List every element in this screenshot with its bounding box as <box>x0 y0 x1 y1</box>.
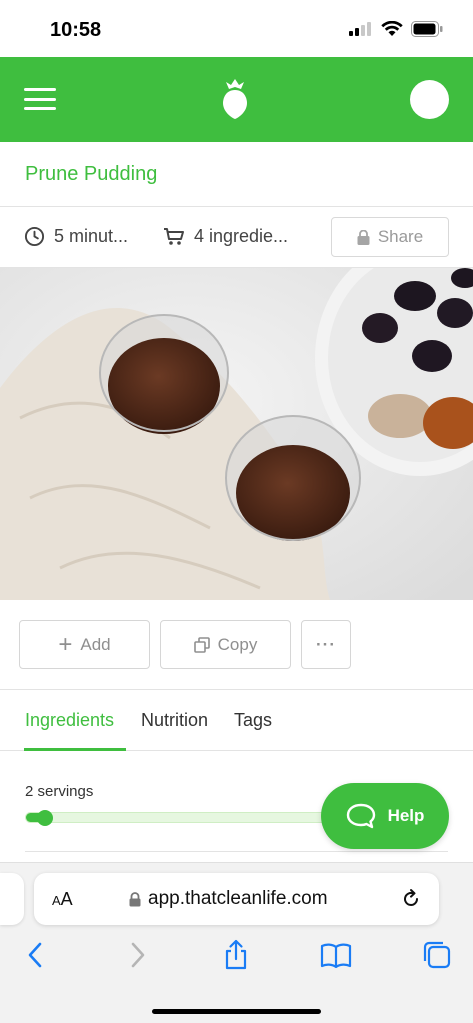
share-label: Share <box>377 227 424 246</box>
recipe-photo <box>0 268 473 600</box>
plus-icon: + <box>58 630 73 658</box>
lock-icon <box>357 229 370 245</box>
more-button[interactable]: ··· <box>301 620 351 669</box>
ingredients-count-label: 4 ingredie... <box>194 226 289 246</box>
help-button[interactable]: Help <box>321 783 449 849</box>
servings-slider-thumb[interactable] <box>37 810 53 826</box>
servings-slider[interactable] <box>25 812 335 823</box>
address-bar[interactable]: AA app.thatcleanlife.com <box>34 873 439 925</box>
add-label: Add <box>80 634 111 654</box>
battery-icon <box>411 21 443 37</box>
bookmarks-icon[interactable] <box>320 939 352 971</box>
tab-ingredients[interactable]: Ingredients <box>25 710 114 731</box>
page-title: Prune Pudding <box>25 163 158 185</box>
copy-icon <box>193 636 210 653</box>
url-display[interactable]: app.thatcleanlife.com <box>129 888 328 910</box>
wifi-icon <box>381 21 403 36</box>
add-button[interactable]: + Add <box>19 620 150 669</box>
ingredients-count: 4 ingredie... <box>163 226 288 247</box>
tabs-icon[interactable] <box>421 939 453 971</box>
reader-settings-button[interactable]: AA <box>52 889 73 910</box>
divider <box>25 851 448 852</box>
home-indicator <box>152 1009 321 1014</box>
signal-icon <box>349 22 371 36</box>
clock-icon <box>24 226 45 247</box>
active-tab-indicator <box>24 748 126 751</box>
tab-tags[interactable]: Tags <box>234 710 272 731</box>
back-icon[interactable] <box>20 939 52 971</box>
previous-tab-preview[interactable] <box>0 873 24 925</box>
title-bar: Prune Pudding <box>0 142 473 207</box>
browser-nav <box>0 939 473 979</box>
status-bar: 10:58 <box>0 0 473 57</box>
chat-bubble-icon <box>346 803 375 829</box>
servings-label: 2 servings <box>25 783 94 800</box>
more-icon: ··· <box>316 634 336 654</box>
cart-icon <box>164 228 184 245</box>
forward-icon[interactable] <box>121 939 153 971</box>
url-label: app.thatcleanlife.com <box>148 888 328 909</box>
prep-time: 5 minut... <box>24 226 128 247</box>
copy-label: Copy <box>217 634 258 654</box>
recipe-meta-bar: 5 minut... 4 ingredie... Share <box>0 207 473 268</box>
app-header <box>0 57 473 142</box>
recipe-tabs: Ingredients Nutrition Tags <box>0 690 473 751</box>
avatar[interactable] <box>410 80 449 119</box>
help-label: Help <box>387 806 425 825</box>
share-sheet-icon[interactable] <box>220 939 252 971</box>
recipe-actions: + Add Copy ··· <box>0 600 473 690</box>
hamburger-icon[interactable] <box>24 88 56 110</box>
browser-toolbar: AA app.thatcleanlife.com <box>0 862 473 1023</box>
prep-time-label: 5 minut... <box>54 226 129 246</box>
beet-logo-icon[interactable] <box>222 79 248 119</box>
aa-large: A <box>60 889 73 909</box>
tab-nutrition[interactable]: Nutrition <box>141 710 208 731</box>
aa-small: A <box>52 893 61 908</box>
status-icons <box>349 21 443 37</box>
share-button[interactable]: Share <box>331 217 449 257</box>
copy-button[interactable]: Copy <box>160 620 291 669</box>
reload-icon[interactable] <box>400 888 422 910</box>
status-time: 10:58 <box>50 19 102 41</box>
lock-icon <box>129 891 141 906</box>
